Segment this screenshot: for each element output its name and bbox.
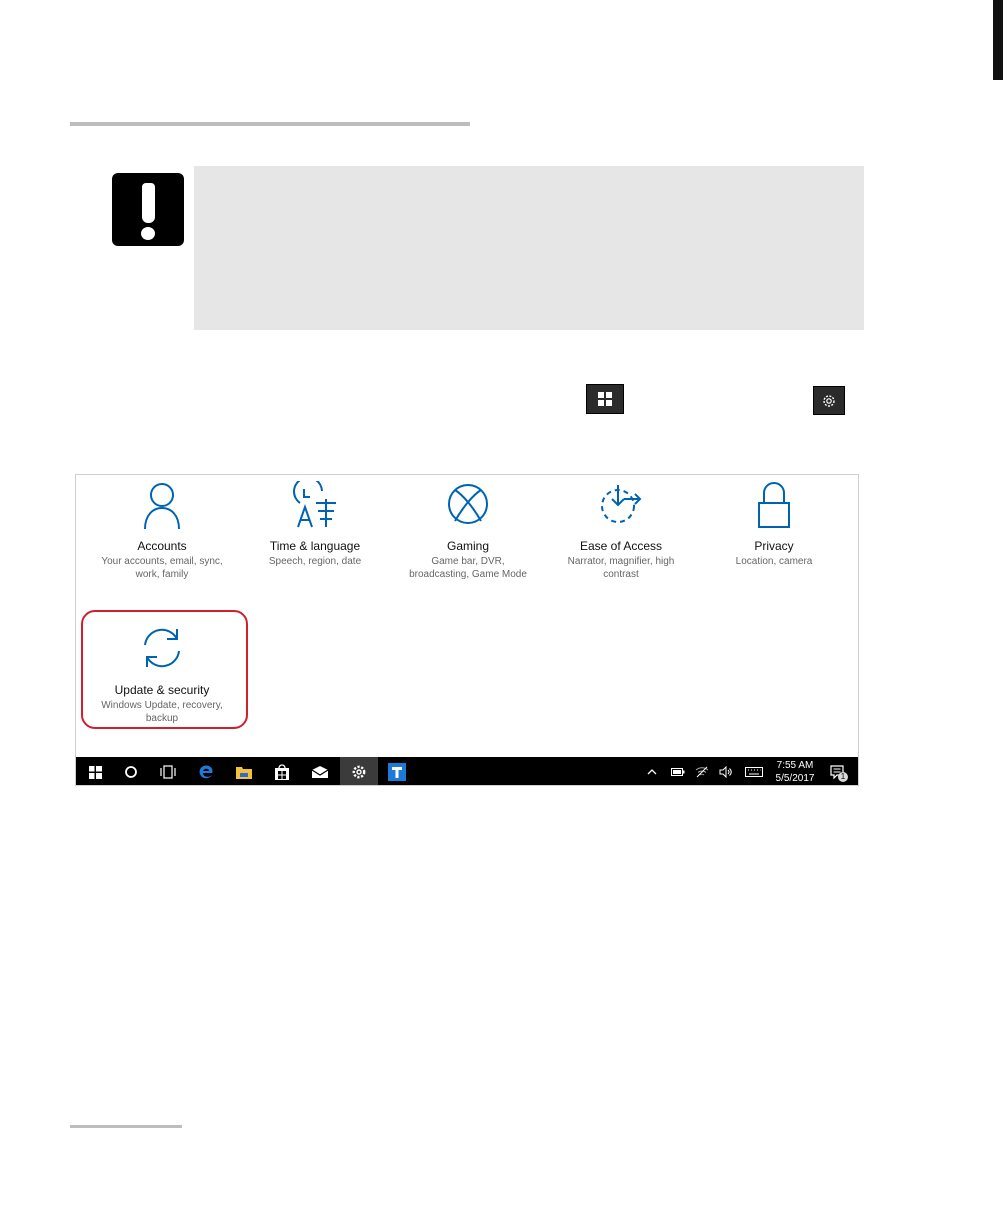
tile-desc: Speech, region, date — [268, 556, 362, 567]
tile-title: Accounts — [137, 539, 187, 553]
tile-desc: Your accounts, email, sync, work, family — [101, 556, 223, 580]
tile-ease-of-access[interactable]: Ease of Access Narrator, magnifier, high… — [546, 481, 696, 581]
clock-date: 5/5/2017 — [775, 773, 815, 784]
xbox-icon — [393, 481, 543, 537]
tile-gaming[interactable]: Gaming Game bar, DVR, broadcasting, Game … — [393, 481, 543, 581]
mail-icon[interactable] — [301, 757, 339, 785]
tile-desc: Narrator, magnifier, high contrast — [567, 556, 675, 580]
tile-desc: Game bar, DVR, broadcasting, Game Mode — [409, 556, 527, 580]
battery-icon[interactable] — [668, 757, 688, 785]
ease-of-access-icon — [546, 481, 696, 537]
person-icon — [87, 481, 237, 537]
cortana-search-button[interactable] — [112, 757, 150, 785]
file-explorer-icon[interactable] — [225, 757, 263, 785]
tile-title: Time & language — [269, 539, 361, 553]
wifi-off-icon[interactable] — [692, 757, 712, 785]
tile-title: Ease of Access — [579, 539, 663, 553]
lock-icon — [699, 481, 849, 537]
tile-title: Privacy — [754, 539, 794, 553]
tile-accounts[interactable]: Accounts Your accounts, email, sync, work… — [87, 481, 237, 581]
important-note-box — [194, 166, 864, 330]
task-view-button[interactable] — [149, 757, 187, 785]
chevron-up-icon[interactable] — [642, 757, 662, 785]
volume-icon[interactable] — [716, 757, 736, 785]
store-icon[interactable] — [263, 757, 301, 785]
start-button[interactable] — [76, 757, 114, 785]
update-security-highlight — [81, 610, 248, 729]
tile-time-language[interactable]: Time & language Speech, region, date — [240, 481, 390, 568]
windows-start-icon — [586, 384, 624, 414]
settings-screenshot: Accounts Your accounts, email, sync, work… — [75, 474, 859, 786]
chapter-tab-marker — [993, 0, 1003, 80]
tile-desc: Location, camera — [735, 556, 813, 567]
taskbar: 7:55 AM 5/5/2017 1 — [76, 757, 858, 785]
notification-count-badge: 1 — [838, 772, 848, 782]
keyboard-icon[interactable] — [742, 757, 766, 785]
tile-privacy[interactable]: Privacy Location, camera — [699, 481, 849, 568]
header-rule — [70, 122, 470, 126]
edge-browser-icon[interactable] — [187, 757, 225, 785]
important-icon — [112, 173, 184, 246]
settings-taskbar-icon[interactable] — [340, 757, 378, 785]
app-t-icon[interactable] — [378, 757, 416, 785]
taskbar-clock[interactable]: 7:55 AM 5/5/2017 — [770, 759, 820, 785]
time-language-icon — [240, 481, 390, 537]
tile-title: Gaming — [446, 539, 490, 553]
clock-time: 7:55 AM — [776, 760, 814, 771]
footer-rule — [70, 1125, 182, 1128]
settings-gear-icon — [813, 386, 845, 415]
